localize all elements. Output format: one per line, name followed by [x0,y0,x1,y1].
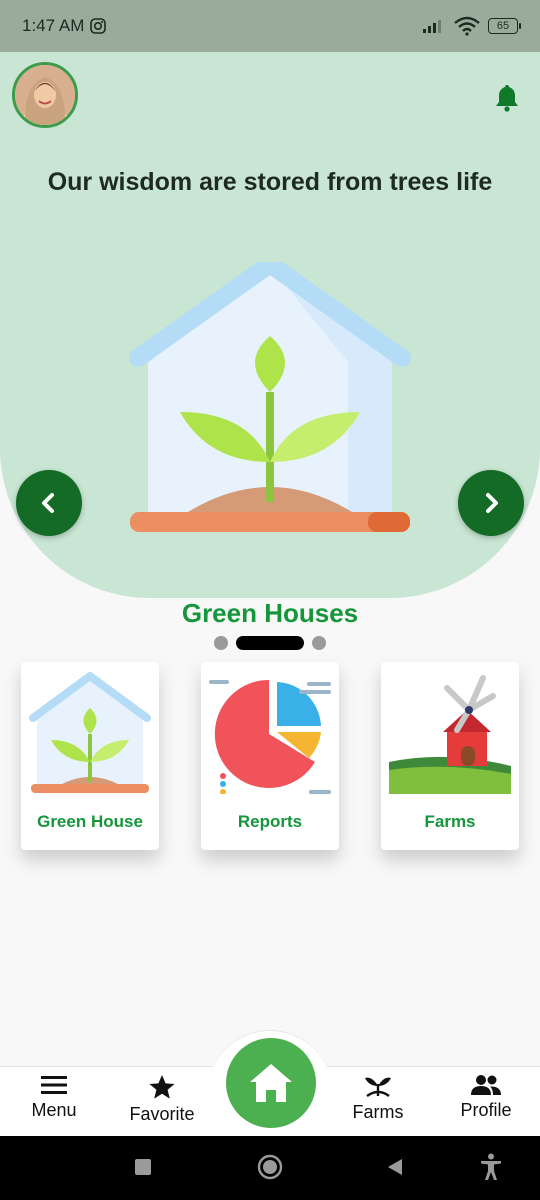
nav-item-favorite[interactable]: Favorite [112,1074,212,1125]
chevron-right-icon [486,493,498,513]
circle-icon [257,1154,283,1180]
hero-title: Our wisdom are stored from trees life [47,168,493,196]
card-reports[interactable]: Reports [201,662,339,850]
windmill-farm-icon [389,675,511,794]
star-icon [149,1075,175,1099]
carousel-dot[interactable] [312,636,326,650]
status-right: 65 [422,16,521,36]
battery-level: 65 [496,20,510,32]
accessibility-icon [481,1153,501,1180]
sprout-icon [365,1077,391,1097]
card-label: Green House [37,812,143,831]
card-green-house[interactable]: Green House [21,662,159,850]
menu-icon [41,1076,67,1094]
triangle-back-icon [388,1159,402,1175]
carousel-prev-button[interactable] [16,470,82,536]
status-time: 1:47 AM [22,16,85,35]
user-photo-icon [15,65,75,125]
slide-caption: Green Houses [181,598,359,628]
wifi-icon [454,16,480,36]
pie-chart-icon [209,679,331,794]
recents-button[interactable] [128,1152,158,1182]
chevron-left-icon [42,493,54,513]
status-left: 1:47 AM [22,16,107,36]
nav-item-menu[interactable]: Menu [4,1074,104,1121]
notification-bell-icon[interactable] [492,82,522,112]
status-bar: 1:47 AM 65 [0,0,540,52]
nav-label-farms: Farms [352,1102,404,1122]
carousel-next-button[interactable] [458,470,524,536]
greenhouse-illustration [129,262,411,532]
avatar[interactable] [12,62,78,128]
card-farms[interactable]: Farms [381,662,519,850]
nav-label-profile: Profile [460,1100,512,1120]
people-icon [471,1075,501,1095]
nav-label-favorite: Favorite [129,1104,195,1124]
signal-icon [423,20,441,33]
card-label: Farms [424,812,476,831]
square-icon [135,1159,151,1175]
carousel-indicator [0,636,540,650]
back-button[interactable] [380,1152,410,1182]
home-button[interactable] [226,1038,316,1128]
nav-item-profile[interactable]: Profile [436,1074,536,1121]
nav-item-farms[interactable]: Farms [328,1074,428,1123]
instagram-icon [90,18,107,34]
card-label: Reports [237,812,303,831]
accessibility-button[interactable] [476,1152,506,1182]
carousel-dot[interactable] [214,636,228,650]
home-system-button[interactable] [255,1152,285,1182]
home-icon [250,1064,292,1102]
battery-icon: 65 [488,18,521,34]
greenhouse-icon [29,672,151,793]
nav-label-menu: Menu [31,1100,77,1120]
category-cards: Green House Reports Farms [0,662,540,852]
carousel-dot-active[interactable] [236,636,304,650]
